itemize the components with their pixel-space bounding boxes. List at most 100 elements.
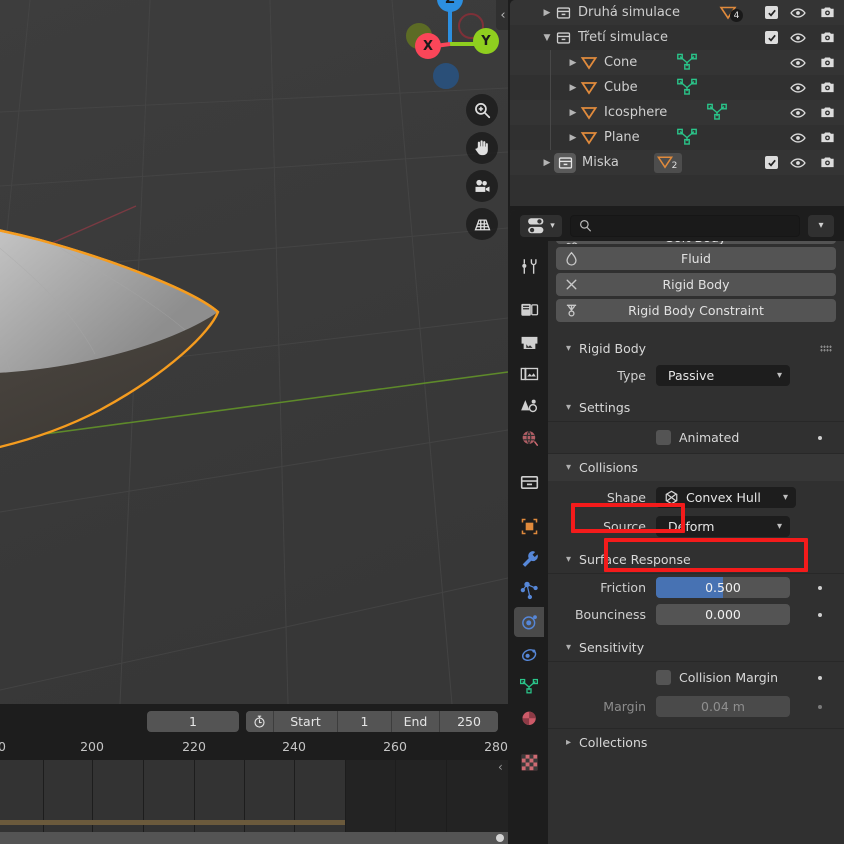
source-dropdown[interactable]: Deform ▾	[656, 516, 790, 537]
current-frame-field[interactable]: 1	[147, 711, 239, 732]
margin-field[interactable]: 0.04 m	[656, 696, 790, 717]
zoom-navigate-button[interactable]	[466, 94, 498, 126]
timeline-track-area[interactable]	[0, 760, 508, 832]
mesh-data-icon[interactable]	[676, 127, 698, 149]
eye-icon[interactable]	[789, 7, 807, 19]
expand-triangle-icon[interactable]: ▶	[566, 58, 580, 68]
outliner-row-cube[interactable]: ▶ Cube	[510, 75, 844, 100]
viewport-sidebar-collapse-arrow[interactable]: ‹	[496, 0, 508, 30]
eye-icon[interactable]	[789, 107, 807, 119]
timeline-scrollbar[interactable]	[0, 832, 508, 844]
tab-constraints[interactable]	[514, 639, 544, 669]
tab-tool[interactable]	[514, 251, 544, 281]
eye-icon[interactable]	[789, 157, 807, 169]
properties-body[interactable]: Soft Body Fluid Rigid Body Rigid Body Co…	[548, 241, 844, 844]
animate-property-dot[interactable]	[818, 613, 822, 617]
tab-particles[interactable]	[514, 575, 544, 605]
mesh-data-icon[interactable]	[676, 52, 698, 74]
animate-property-dot[interactable]	[818, 436, 822, 440]
eye-icon[interactable]	[789, 32, 807, 44]
collision-margin-checkbox[interactable]	[656, 670, 671, 685]
gizmo-axis-y[interactable]: Y	[473, 28, 499, 54]
start-frame-value[interactable]: 1	[338, 711, 392, 732]
checkbox-enable[interactable]	[765, 6, 778, 19]
animate-property-dot[interactable]	[818, 705, 822, 709]
mesh-data-icon[interactable]	[706, 102, 728, 124]
type-dropdown[interactable]: Passive ▾	[656, 365, 790, 386]
tab-physics[interactable]	[514, 607, 544, 637]
tab-render[interactable]	[514, 295, 544, 325]
sensitivity-subpanel-header[interactable]: ▾ Sensitivity	[548, 634, 844, 661]
use-preview-range-button[interactable]	[246, 711, 274, 732]
outliner-row-druha-simulace[interactable]: ▶ Druhá simulace 4	[510, 0, 844, 25]
tab-material[interactable]	[514, 703, 544, 733]
camera-render-icon[interactable]	[818, 106, 836, 119]
fluid-toggle[interactable]: Fluid	[556, 247, 836, 270]
pan-navigate-button[interactable]	[466, 132, 498, 164]
outliner-editor[interactable]: ▶ Druhá simulace 4 ▼ Třetí simulace	[510, 0, 844, 206]
gizmo-axis-x[interactable]: X	[415, 33, 441, 59]
properties-editor[interactable]: ▾ ▾	[510, 210, 844, 844]
tab-view-layer[interactable]	[514, 359, 544, 389]
soft-body-toggle[interactable]: Soft Body	[556, 241, 836, 244]
camera-render-icon[interactable]	[818, 6, 836, 19]
expand-triangle-icon[interactable]: ▶	[540, 8, 554, 18]
collisions-subpanel-header[interactable]: ▾ Collisions	[548, 454, 844, 481]
tab-object[interactable]	[514, 511, 544, 541]
shape-dropdown[interactable]: Convex Hull ▾	[656, 487, 796, 508]
camera-view-button[interactable]	[466, 170, 498, 202]
camera-render-icon[interactable]	[818, 31, 836, 44]
bounciness-slider[interactable]: 0.000	[656, 604, 790, 625]
tab-scene[interactable]	[514, 391, 544, 421]
timeline-scroll-knob[interactable]	[496, 834, 504, 842]
rigid-body-toggle[interactable]: Rigid Body	[556, 273, 836, 296]
timeline-collapse-arrow[interactable]: ‹	[498, 760, 503, 774]
expand-triangle-icon[interactable]: ▶	[540, 158, 554, 168]
outliner-row-miska[interactable]: ▶ Miska 2	[510, 150, 844, 175]
tab-texture[interactable]	[514, 747, 544, 777]
eye-icon[interactable]	[789, 132, 807, 144]
checkbox-enable[interactable]	[765, 31, 778, 44]
outliner-row-icosphere[interactable]: ▶ Icosphere	[510, 100, 844, 125]
object-count-badge-wrap[interactable]: 2	[654, 153, 682, 173]
timeline-ruler[interactable]: 0 200 220 240 260 280	[0, 736, 508, 760]
expand-triangle-icon[interactable]: ▶	[566, 108, 580, 118]
end-frame-value[interactable]: 250	[440, 711, 498, 732]
tab-object-data[interactable]	[514, 671, 544, 701]
animate-property-dot[interactable]	[818, 676, 822, 680]
editor-type-selector[interactable]: ▾	[520, 215, 562, 237]
animate-property-dot[interactable]	[818, 586, 822, 590]
tab-modifiers[interactable]	[514, 543, 544, 573]
collapse-triangle-icon[interactable]: ▼	[540, 33, 554, 43]
outliner-row-treti-simulace[interactable]: ▼ Třetí simulace	[510, 25, 844, 50]
camera-render-icon[interactable]	[818, 156, 836, 169]
end-frame-label[interactable]: End	[392, 711, 440, 732]
timeline-editor[interactable]: 1 Start 1 End 250	[0, 704, 508, 844]
outliner-row-plane[interactable]: ▶ Plane	[510, 125, 844, 150]
panel-grip-icon[interactable]	[820, 345, 832, 352]
tab-collection[interactable]	[514, 467, 544, 497]
toggle-perspective-button[interactable]	[466, 208, 498, 240]
mesh-data-icon[interactable]	[676, 77, 698, 99]
filter-dropdown-button[interactable]: ▾	[808, 215, 834, 237]
search-input[interactable]	[570, 215, 800, 237]
eye-icon[interactable]	[789, 82, 807, 94]
checkbox-enable[interactable]	[765, 156, 778, 169]
navigation-gizmo[interactable]: Z X Y	[396, 0, 504, 92]
friction-slider[interactable]: 0.500	[656, 577, 790, 598]
expand-triangle-icon[interactable]: ▶	[566, 133, 580, 143]
eye-icon[interactable]	[789, 57, 807, 69]
camera-render-icon[interactable]	[818, 81, 836, 94]
outliner-row-cone[interactable]: ▶ Cone	[510, 50, 844, 75]
gizmo-axis-neg-z[interactable]	[433, 63, 459, 89]
collections-subpanel-header[interactable]: ▸ Collections	[548, 729, 844, 756]
properties-tab-column[interactable]	[510, 241, 548, 844]
camera-render-icon[interactable]	[818, 56, 836, 69]
expand-triangle-icon[interactable]: ▶	[566, 83, 580, 93]
tab-world[interactable]	[514, 423, 544, 453]
start-frame-label[interactable]: Start	[274, 711, 338, 732]
tab-output[interactable]	[514, 327, 544, 357]
rigid-body-panel-header[interactable]: ▾ Rigid Body	[548, 335, 844, 362]
surface-response-subpanel-header[interactable]: ▾ Surface Response	[548, 546, 844, 573]
settings-subpanel-header[interactable]: ▾ Settings	[548, 394, 844, 421]
